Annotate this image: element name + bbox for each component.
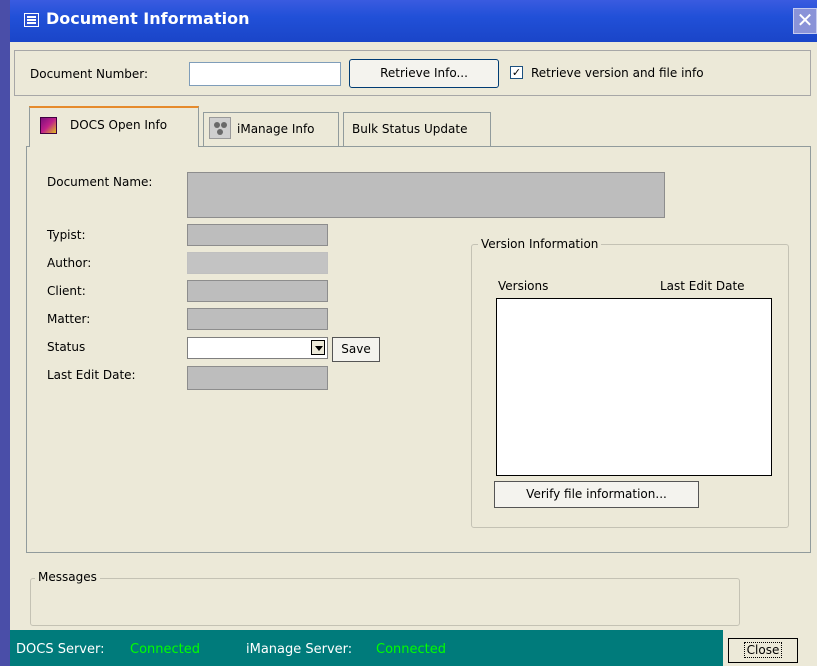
save-button[interactable]: Save (332, 337, 380, 362)
version-information-label: Version Information (478, 237, 602, 251)
retrieve-version-checkbox[interactable]: ✓ (510, 66, 523, 79)
document-number-label: Document Number: (30, 67, 149, 81)
author-field (187, 252, 328, 274)
document-information-window: Document Information ✕ Document Number: … (10, 0, 817, 666)
verify-file-information-button[interactable]: Verify file information... (494, 481, 699, 508)
client-field (187, 280, 328, 302)
imanage-server-status: Connected (376, 642, 447, 657)
last-edit-date-column-header: Last Edit Date (660, 279, 745, 293)
status-dropdown[interactable] (187, 337, 328, 359)
last-edit-date-label: Last Edit Date: (47, 368, 136, 382)
docs-open-icon (40, 117, 57, 134)
tab-imanage-info-label: iManage Info (237, 122, 315, 136)
tab-docs-open-info[interactable]: DOCS Open Info (29, 106, 199, 147)
tab-bulk-status-update[interactable]: Bulk Status Update (343, 112, 491, 146)
document-name-label: Document Name: (47, 175, 153, 189)
window-close-icon[interactable]: ✕ (793, 8, 817, 34)
close-button-label: Close (743, 642, 783, 658)
matter-label: Matter: (47, 312, 91, 326)
document-name-field (187, 172, 665, 218)
tab-bulk-status-update-label: Bulk Status Update (352, 122, 468, 136)
tab-imanage-info[interactable]: iManage Info (203, 112, 339, 146)
status-label: Status (47, 340, 86, 354)
dropdown-arrow-icon[interactable] (311, 340, 325, 355)
typist-field (187, 224, 328, 246)
tab-docs-open-info-label: DOCS Open Info (70, 118, 168, 132)
versions-list[interactable] (496, 298, 772, 476)
matter-field (187, 308, 328, 330)
docs-server-label: DOCS Server: (16, 642, 105, 657)
retrieve-version-label: Retrieve version and file info (531, 66, 704, 80)
window-title: Document Information (46, 9, 250, 28)
author-label: Author: (47, 256, 92, 270)
document-number-input[interactable] (189, 62, 341, 86)
typist-label: Typist: (47, 228, 86, 242)
imanage-server-label: iManage Server: (246, 642, 353, 657)
server-status-bar: DOCS Server: Connected iManage Server: C… (10, 630, 723, 666)
title-bar: Document Information ✕ (10, 0, 817, 42)
document-number-bar: Document Number: Retrieve Info... ✓ Retr… (14, 50, 811, 96)
messages-label: Messages (35, 570, 100, 584)
last-edit-date-field (187, 366, 328, 390)
close-button[interactable]: Close (728, 638, 798, 663)
client-label: Client: (47, 284, 86, 298)
form-icon (24, 13, 39, 27)
version-information-group: Version Information Versions Last Edit D… (471, 237, 789, 528)
messages-group: Messages (30, 570, 740, 626)
retrieve-info-button[interactable]: Retrieve Info... (349, 59, 499, 88)
imanage-icon (209, 117, 231, 139)
versions-column-header: Versions (498, 279, 549, 293)
docs-server-status: Connected (130, 642, 201, 657)
docs-open-info-panel: Document Name: Typist: Author: Client: M… (26, 146, 811, 553)
